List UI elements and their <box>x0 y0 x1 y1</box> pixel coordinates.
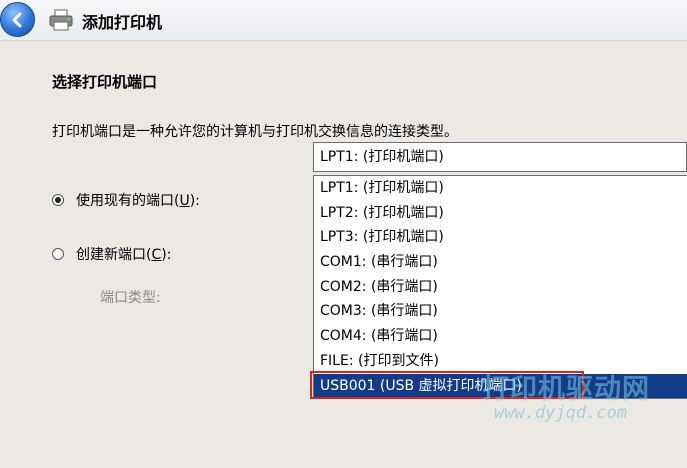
create-new-port-label: 创建新端口(C): <box>76 247 172 263</box>
title-bar: 添加打印机 <box>0 0 687 41</box>
watermark-url: www.dyjqd.com <box>494 403 628 423</box>
dropdown-option[interactable]: LPT3: (打印机端口) <box>314 225 687 250</box>
window-title: 添加打印机 <box>82 13 163 32</box>
use-existing-port-option[interactable]: 使用现有的端口(U): <box>52 190 200 210</box>
dropdown-option[interactable]: COM2: (串行端口) <box>314 275 687 300</box>
port-dropdown-list[interactable]: LPT1: (打印机端口) LPT2: (打印机端口) LPT3: (打印机端口) C… <box>313 175 687 399</box>
existing-port-select[interactable]: LPT1: (打印机端口) <box>313 142 687 172</box>
printer-icon <box>49 9 73 31</box>
dropdown-option[interactable]: COM1: (串行端口) <box>314 250 687 275</box>
create-new-port-radio[interactable] <box>52 248 64 260</box>
port-type-label: 端口类型: <box>100 290 161 306</box>
use-existing-port-label: 使用现有的端口(U): <box>76 193 200 209</box>
dropdown-option[interactable]: LPT1: (打印机端口) <box>314 176 687 201</box>
dropdown-option[interactable]: COM3: (串行端口) <box>314 299 687 324</box>
section-heading: 选择打印机端口 <box>52 73 158 91</box>
description-text: 打印机端口是一种允许您的计算机与打印机交换信息的连接类型。 <box>52 124 458 140</box>
create-new-port-option[interactable]: 创建新端口(C): <box>52 244 171 264</box>
use-existing-port-radio[interactable] <box>52 194 64 206</box>
back-arrow-icon <box>12 12 21 27</box>
dropdown-option[interactable]: LPT2: (打印机端口) <box>314 201 687 226</box>
dropdown-option[interactable]: COM4: (串行端口) <box>314 324 687 349</box>
watermark-brand: 打印机驱动网 <box>482 374 650 405</box>
back-button[interactable] <box>0 2 35 37</box>
